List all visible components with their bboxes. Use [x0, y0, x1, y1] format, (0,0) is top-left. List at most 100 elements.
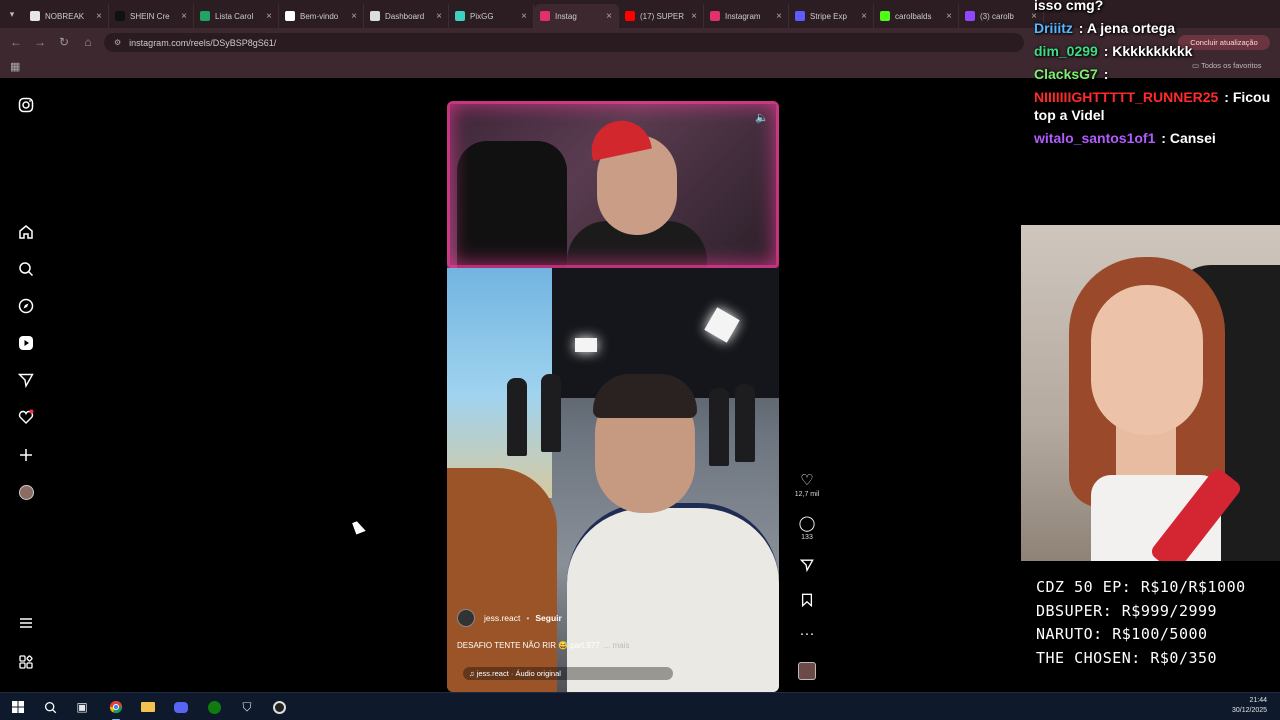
tab-close-icon[interactable]: × [181, 11, 187, 22]
more-link[interactable]: ... mais [604, 641, 630, 650]
heart-icon[interactable]: ♡ [797, 473, 817, 489]
create-nav-icon[interactable] [17, 446, 35, 464]
tab-title: NOBREAK [45, 11, 85, 21]
home-nav-icon[interactable] [17, 223, 35, 241]
back-icon[interactable]: ← [4, 35, 28, 49]
chat-message: Driiitz : A jena ortega [1034, 19, 1280, 37]
browser-tab[interactable]: PixGG × [449, 4, 534, 28]
browser-tab[interactable]: Instagram × [704, 4, 789, 28]
save-action[interactable] [797, 593, 817, 611]
comment-action[interactable]: ◯ 133 [797, 516, 817, 542]
chat-message: witalo_santos1of1 : Cansei [1034, 129, 1280, 147]
caption-text: DESAFIO TENTE NÃO RIR 😅 part.977 [457, 641, 600, 650]
reels-nav-icon[interactable] [17, 334, 35, 352]
chrome-taskbar-icon[interactable] [107, 698, 125, 720]
comment-icon[interactable]: ◯ [797, 516, 817, 532]
tab-title: Stripe Exp [810, 11, 847, 21]
chat-separator: : [1099, 66, 1109, 82]
tab-close-icon[interactable]: × [946, 11, 952, 22]
tab-favicon-icon [880, 11, 890, 21]
like-action[interactable]: ♡ 12,7 mil [795, 473, 820, 499]
tab-close-icon[interactable]: × [96, 11, 102, 22]
tab-favicon-icon [370, 11, 380, 21]
instagram-logo-icon[interactable] [17, 96, 35, 114]
author-name[interactable]: jess.react [484, 613, 520, 623]
tab-close-icon[interactable]: × [351, 11, 357, 22]
explore-nav-icon[interactable] [17, 297, 35, 315]
tab-search-icon[interactable]: ▾ [0, 0, 24, 28]
xbox-icon[interactable] [205, 698, 223, 716]
task-view-icon[interactable]: ▣ [73, 698, 91, 716]
donation-prices-overlay: CDZ 50 EP: R$10/R$1000 DBSUPER: R$999/29… [1036, 576, 1246, 670]
security-app-icon[interactable]: ⛉ [238, 698, 256, 716]
share-action[interactable] [797, 558, 817, 576]
like-count: 12,7 mil [794, 491, 820, 498]
reload-icon[interactable]: ↻ [52, 35, 76, 49]
audio-thumbnail[interactable] [798, 662, 816, 680]
browser-tab[interactable]: SHEIN Cre × [109, 4, 194, 28]
reel-video[interactable]: 🔈 jess.react • Seguir DESAFIO TENTE NÃO … [447, 101, 779, 692]
browser-tab[interactable]: carolbalds × [874, 4, 959, 28]
search-nav-icon[interactable] [17, 260, 35, 278]
tab-title: Dashboard [385, 11, 425, 21]
tab-close-icon[interactable]: × [436, 11, 442, 22]
also-from-meta-icon[interactable] [17, 653, 35, 671]
obs-icon[interactable] [270, 698, 288, 716]
browser-tab[interactable]: (17) SUPER × [619, 4, 704, 28]
tab-close-icon[interactable]: × [861, 11, 867, 22]
screen: ▾ NOBREAK × SHEIN Cre × Lista Carol × Bem-vind… [0, 0, 1280, 720]
messages-nav-icon[interactable] [17, 371, 35, 389]
discord-icon[interactable] [172, 698, 190, 716]
share-icon[interactable] [797, 558, 817, 576]
address-bar[interactable]: ⚙ instagram.com/reels/DSyBSP8gS61/ [104, 33, 1024, 52]
tab-close-icon[interactable]: × [606, 11, 612, 22]
chat-username: Driiitz [1034, 20, 1073, 36]
browser-tab[interactable]: NOBREAK × [24, 4, 109, 28]
system-clock[interactable]: 21:44 30/12/2025 [1232, 696, 1267, 716]
chat-separator: : [1099, 43, 1113, 59]
home-icon[interactable]: ⌂ [76, 35, 100, 49]
browser-tab[interactable]: Lista Carol × [194, 4, 279, 28]
tab-favicon-icon [795, 11, 805, 21]
reel-main-frame [447, 268, 779, 692]
bookmark-icon[interactable] [797, 593, 817, 611]
windows-start-icon[interactable] [9, 698, 27, 716]
file-explorer-icon[interactable] [139, 698, 157, 716]
more-options-icon[interactable]: ··· [797, 626, 817, 642]
tab-favicon-icon [455, 11, 465, 21]
streamer-webcam [1021, 225, 1280, 561]
chat-partial-message: isso cmg? [1034, 0, 1280, 14]
chat-username: NIIIIIIIGHTTTTT_RUNNER25 [1034, 89, 1219, 105]
profile-avatar-icon[interactable] [17, 483, 35, 501]
tab-title: Lista Carol [215, 11, 254, 21]
apps-grid-icon[interactable]: ▦ [10, 60, 20, 73]
chat-message: NIIIIIIIGHTTTTT_RUNNER25 : Ficou top a V… [1034, 88, 1280, 124]
tab-title: (17) SUPER [640, 11, 685, 21]
price-line-naruto: NARUTO: R$100/5000 [1036, 625, 1208, 643]
tab-favicon-icon [285, 11, 295, 21]
reel-reaction-frame [447, 101, 779, 281]
follow-button[interactable]: Seguir [535, 613, 561, 623]
taskbar-search-icon[interactable] [41, 698, 59, 716]
notifications-nav-icon[interactable] [17, 408, 35, 426]
tab-close-icon[interactable]: × [776, 11, 782, 22]
tab-close-icon[interactable]: × [521, 11, 527, 22]
reel-caption: DESAFIO TENTE NÃO RIR 😅 part.977 ... mais [457, 641, 630, 650]
instagram-sidebar [0, 78, 52, 692]
tab-title: Instag [555, 11, 577, 21]
tab-close-icon[interactable]: × [691, 11, 697, 22]
browser-tab[interactable]: (3) carolb × [959, 4, 1044, 28]
forward-icon[interactable]: → [28, 35, 52, 49]
browser-tab[interactable]: Instag × [534, 4, 619, 28]
browser-tab[interactable]: Dashboard × [364, 4, 449, 28]
browser-tab[interactable]: Stripe Exp × [789, 4, 874, 28]
volume-icon[interactable]: 🔈 [755, 111, 769, 124]
more-menu-icon[interactable] [17, 614, 35, 632]
site-info-icon[interactable]: ⚙ [114, 38, 121, 47]
browser-tab[interactable]: Bem-vindo × [279, 4, 364, 28]
tab-close-icon[interactable]: × [266, 11, 272, 22]
reel-audio-link[interactable]: ♫ jess.react · Áudio original [463, 667, 673, 680]
tab-favicon-icon [710, 11, 720, 21]
author-avatar[interactable] [457, 609, 475, 627]
chat-message: dim_0299 : Kkkkkkkkkk [1034, 42, 1280, 60]
